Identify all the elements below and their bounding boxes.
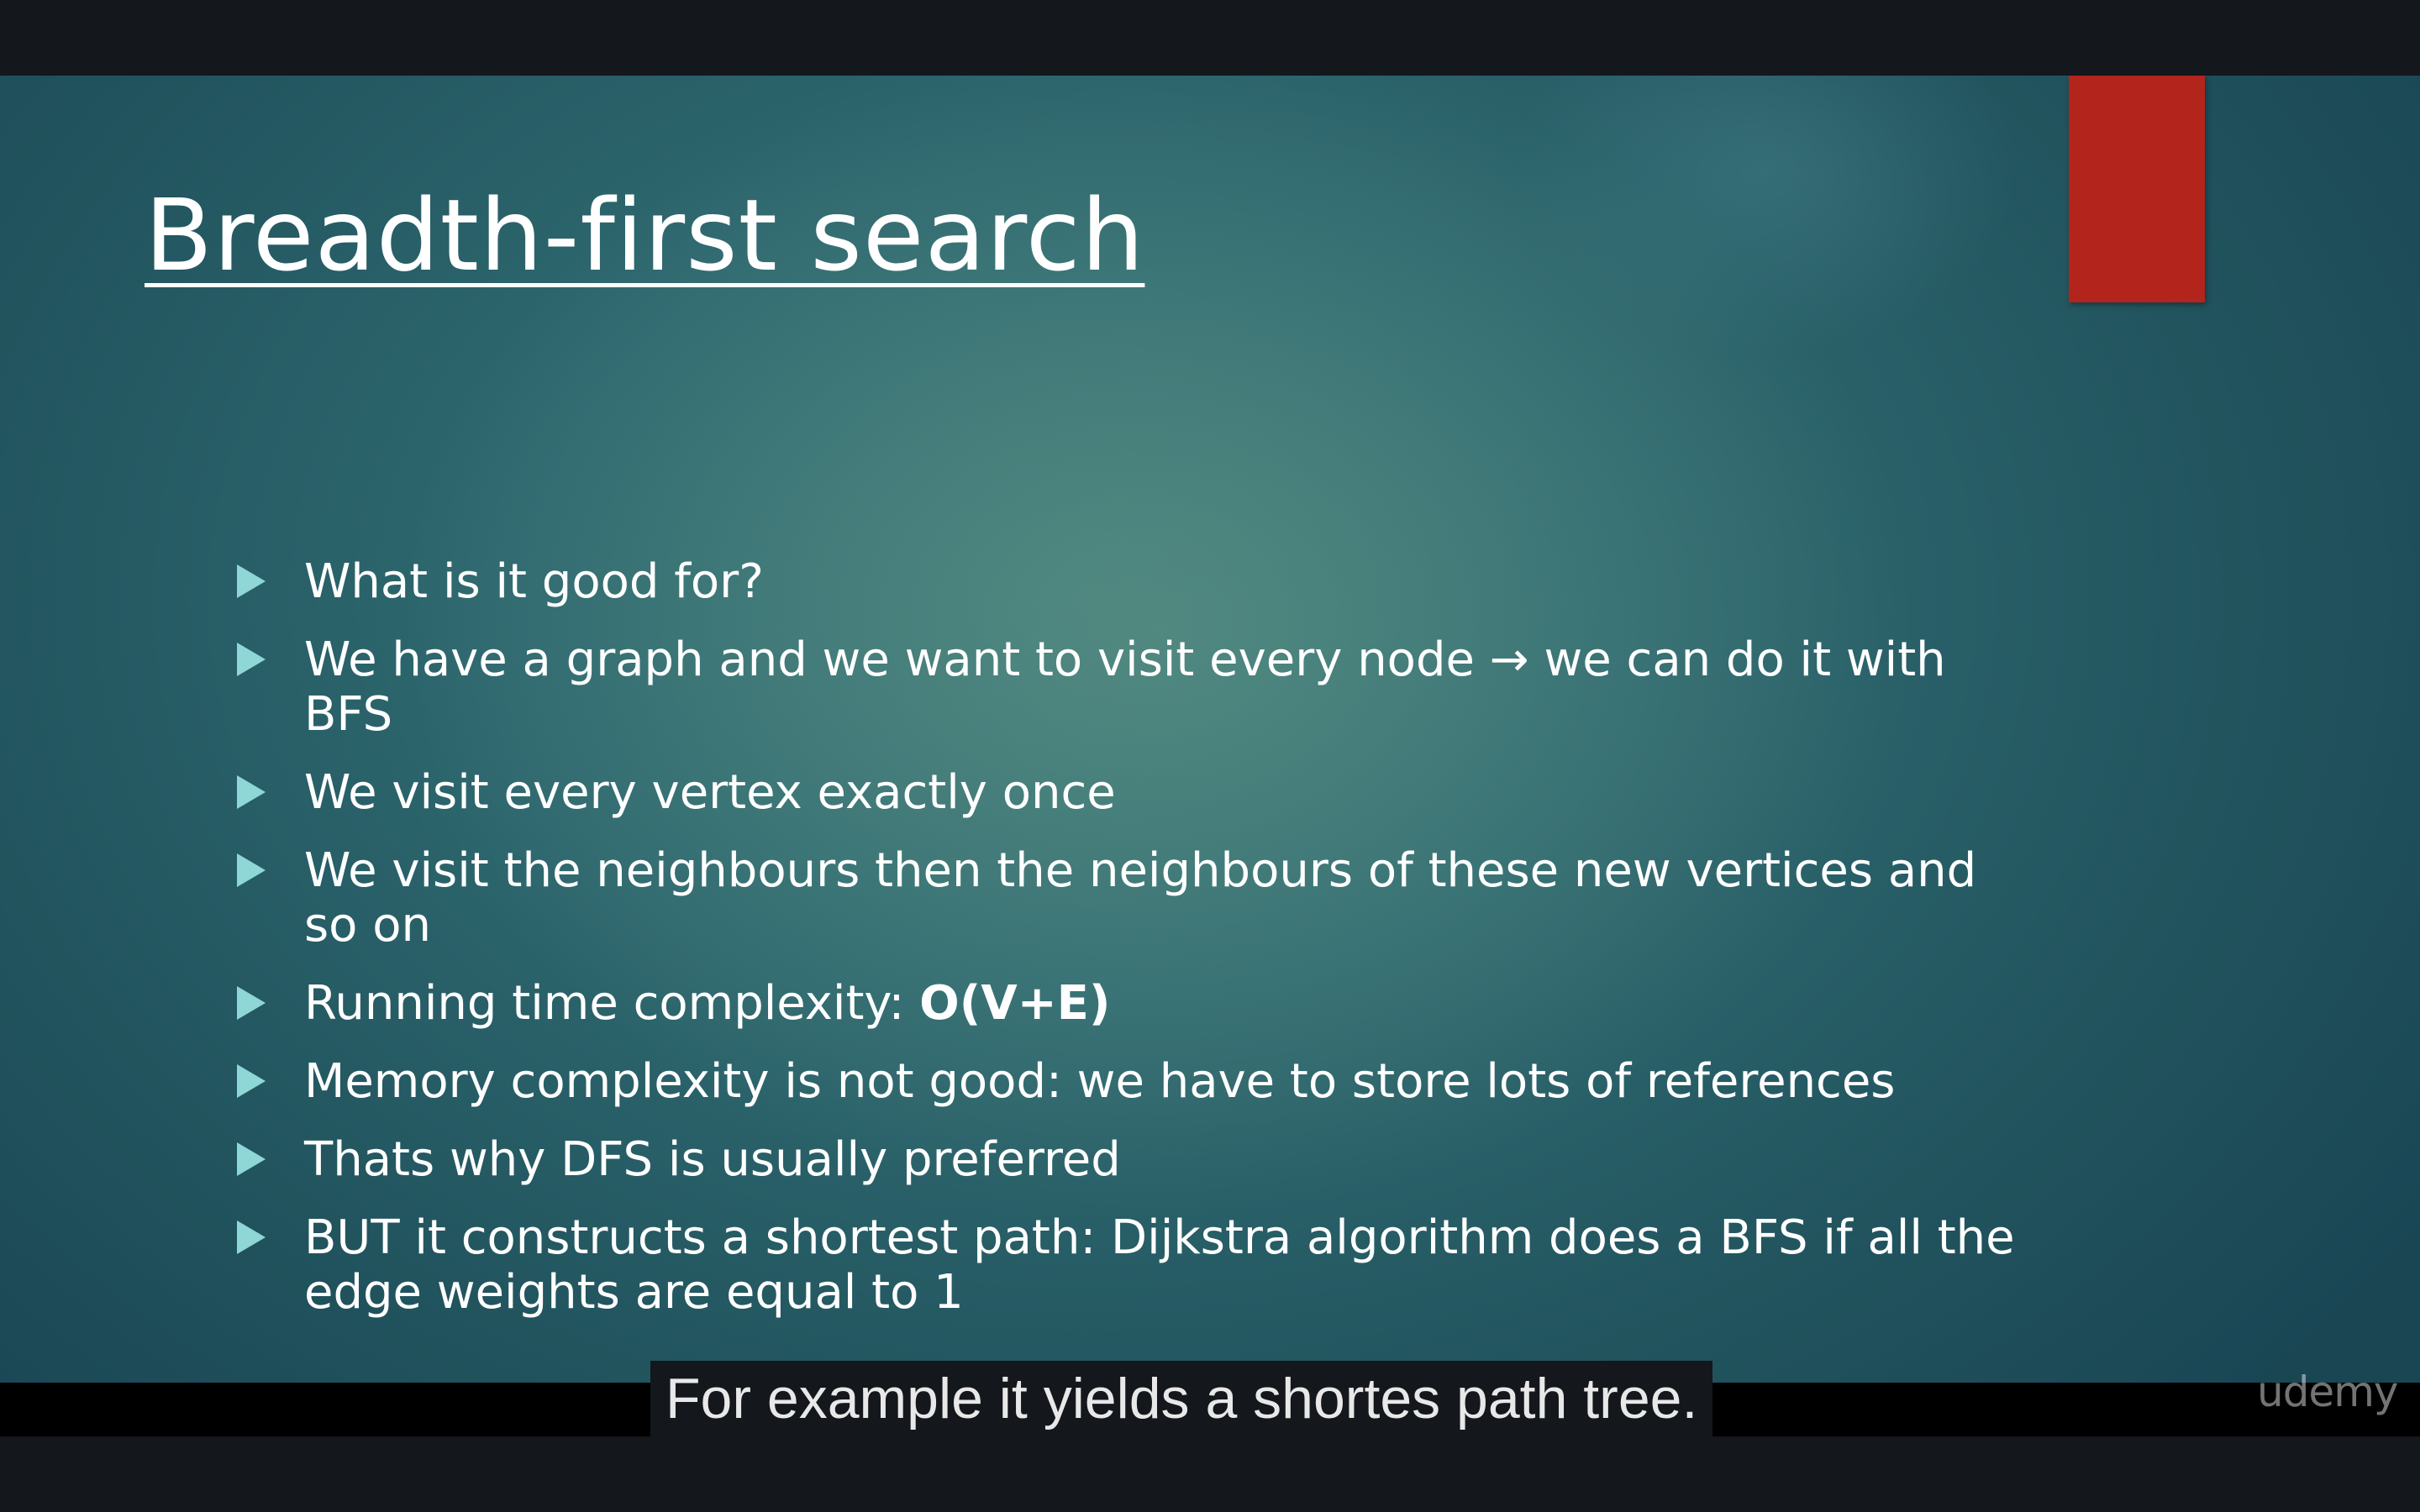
bullet-text: We visit the neighbours then the neighbo… — [304, 843, 1977, 953]
triangle-right-icon — [237, 564, 266, 598]
udemy-watermark-logo: udemy — [2257, 1368, 2398, 1416]
bullet-item: BUT it constructs a shortest path: Dijks… — [235, 1210, 2017, 1320]
triangle-right-icon — [237, 853, 266, 887]
bullet-item: Running time complexity: O(V+E) — [235, 976, 2017, 1031]
bullet-text: We visit every vertex exactly once — [304, 765, 1116, 820]
bullet-list: What is it good for? We have a graph and… — [235, 554, 2017, 1343]
triangle-right-icon — [237, 1064, 266, 1098]
triangle-right-icon — [237, 643, 266, 676]
triangle-right-icon — [237, 986, 266, 1020]
accent-block — [2069, 76, 2205, 302]
bullet-item: Thats why DFS is usually preferred — [235, 1132, 2017, 1187]
bullet-text: Memory complexity is not good: we have t… — [304, 1054, 1896, 1109]
bullet-item: We have a graph and we want to visit eve… — [235, 633, 2017, 742]
video-player[interactable]: Breadth-first search What is it good for… — [0, 0, 2420, 1512]
bullet-item: We visit every vertex exactly once — [235, 765, 2017, 820]
complexity-value: O(V+E) — [919, 976, 1111, 1031]
bullet-item: Memory complexity is not good: we have t… — [235, 1054, 2017, 1109]
lecture-slide: Breadth-first search What is it good for… — [0, 76, 2420, 1436]
bullet-text: Running time complexity: O(V+E) — [304, 976, 1110, 1031]
bullet-item: We visit the neighbours then the neighbo… — [235, 843, 2017, 953]
triangle-right-icon — [237, 775, 266, 809]
slide-title: Breadth-first search — [145, 177, 1145, 293]
bullet-text: We have a graph and we want to visit eve… — [304, 633, 1946, 742]
bullet-text-plain: Running time complexity: — [304, 976, 920, 1031]
subtitle-caption: For example it yields a shortes path tre… — [650, 1361, 1713, 1436]
triangle-right-icon — [237, 1221, 266, 1254]
triangle-right-icon — [237, 1142, 266, 1176]
bullet-text: What is it good for? — [304, 554, 764, 609]
bullet-text: BUT it constructs a shortest path: Dijks… — [304, 1210, 2015, 1320]
bullet-item: What is it good for? — [235, 554, 2017, 609]
bullet-text: Thats why DFS is usually preferred — [304, 1132, 1121, 1187]
